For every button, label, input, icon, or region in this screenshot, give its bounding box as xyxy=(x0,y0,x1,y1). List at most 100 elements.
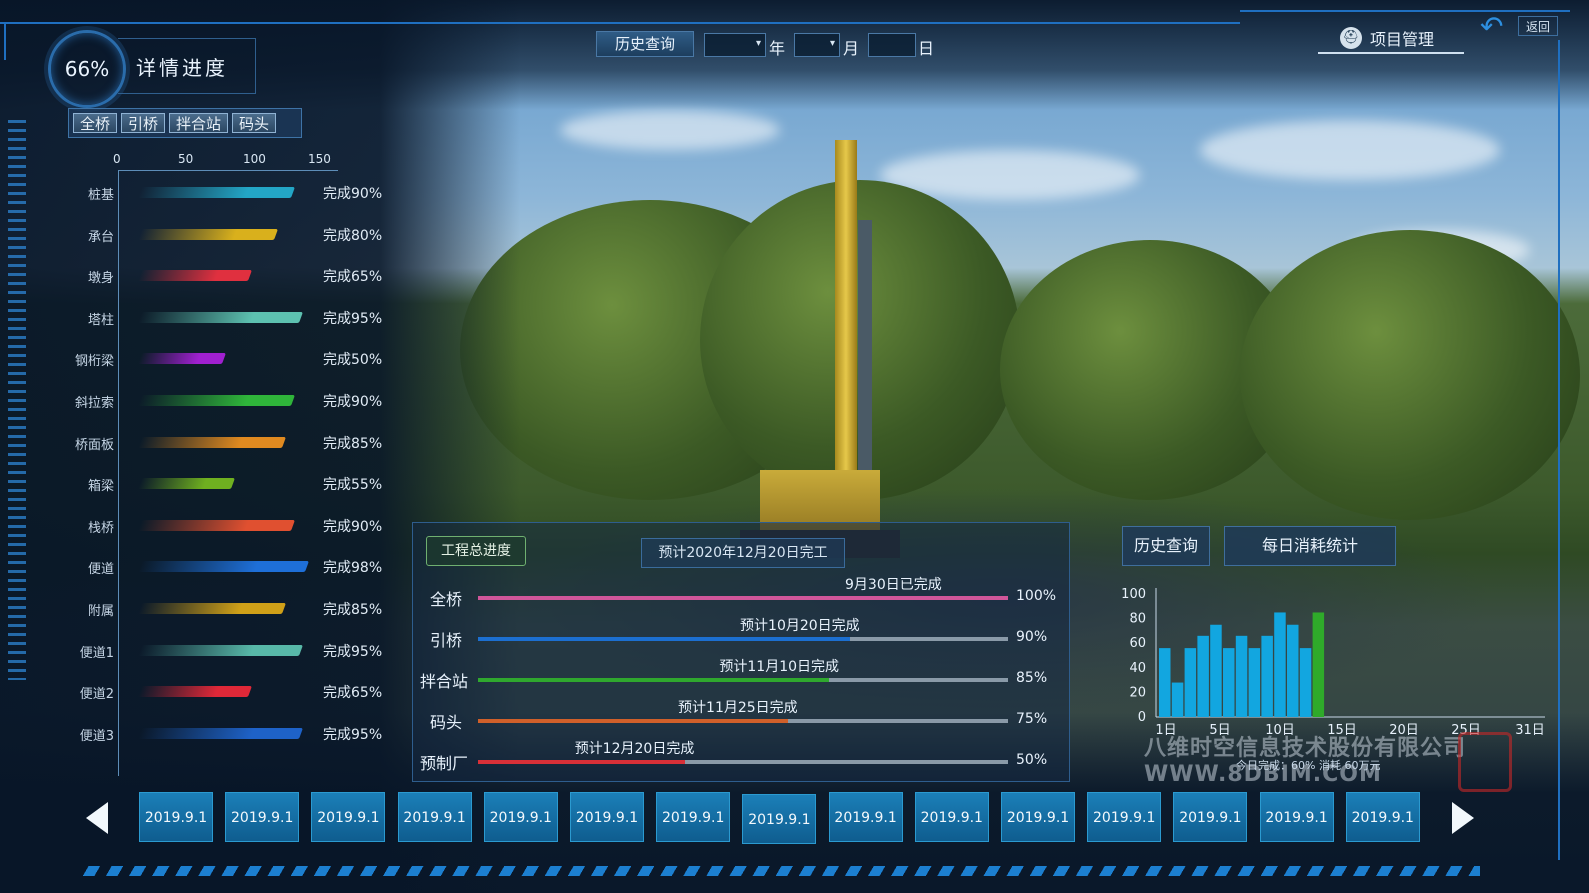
y-tick-label: 100 xyxy=(1121,587,1146,602)
bar-label: 斜拉索 xyxy=(74,396,114,411)
month-select[interactable]: ▾ xyxy=(794,33,840,57)
frame-left-tick xyxy=(4,24,6,60)
frame-top-line xyxy=(0,22,1240,24)
next-arrow-icon[interactable] xyxy=(1452,802,1474,834)
back-arrow-icon[interactable]: ↶ xyxy=(1480,10,1503,43)
progress-percent: 85% xyxy=(1016,670,1048,686)
daily-bar xyxy=(1299,648,1312,717)
progress-fill xyxy=(478,760,685,764)
progress-bar xyxy=(137,395,295,406)
bar-label: 桩基 xyxy=(87,188,114,203)
progress-fill xyxy=(478,678,830,682)
bar-label: 便道1 xyxy=(79,645,114,661)
completion-text: 完成50% xyxy=(323,352,383,369)
completion-text: 完成90% xyxy=(323,518,383,535)
completion-text: 完成85% xyxy=(323,435,383,452)
year-select[interactable]: ▾ xyxy=(704,33,766,57)
history-query-button[interactable]: 历史查询 xyxy=(596,31,694,57)
chevron-down-icon: ▾ xyxy=(755,38,761,49)
completion-text: 完成90% xyxy=(323,186,383,202)
progress-fill xyxy=(478,719,789,723)
progress-bar xyxy=(137,353,227,365)
left-axis-tick: 0 xyxy=(113,152,121,166)
bar-label: 便道2 xyxy=(79,687,114,703)
progress-percent: 90% xyxy=(1016,629,1048,645)
progress-bar xyxy=(137,478,235,490)
progress-percent: 100% xyxy=(1016,588,1057,604)
day-input[interactable] xyxy=(868,33,916,57)
progress-bar xyxy=(137,644,304,656)
date-card[interactable]: 2019.9.1 xyxy=(742,794,817,844)
progress-note: 预计10月20日完成 xyxy=(740,618,860,634)
today-summary: 今日完成：60% 消耗 60万元 xyxy=(1236,759,1381,772)
bar-label: 墩身 xyxy=(87,271,114,287)
project-management-label: 项目管理 xyxy=(1370,30,1435,49)
completion-text: 完成85% xyxy=(323,602,383,618)
progress-row-label: 全桥 xyxy=(430,590,463,609)
completion-text: 完成80% xyxy=(323,227,383,244)
day-label: 日 xyxy=(918,39,935,58)
date-card[interactable]: 2019.9.1 xyxy=(1001,792,1075,842)
date-card[interactable]: 2019.9.1 xyxy=(914,792,989,842)
left-ruler-decoration xyxy=(8,120,26,680)
progress-note: 预计11月25日完成 xyxy=(678,700,798,716)
date-card[interactable]: 2019.9.1 xyxy=(225,792,300,842)
daily-bar xyxy=(1210,624,1222,717)
daily-bar xyxy=(1312,612,1325,717)
completion-text: 完成90% xyxy=(323,394,383,410)
date-card[interactable]: 2019.9.1 xyxy=(828,792,903,842)
date-card[interactable]: 2019.9.1 xyxy=(1173,792,1248,842)
bar-label: 钢桁梁 xyxy=(74,354,114,370)
date-card[interactable]: 2019.9.1 xyxy=(311,792,386,842)
left-chart-x-axis xyxy=(118,170,338,171)
gauge-value: 66% xyxy=(64,57,110,81)
category-tabs: 全桥 引桥 拌合站 码头 xyxy=(68,108,302,138)
history-query-button-right[interactable]: 历史查询 xyxy=(1122,526,1210,566)
progress-row-label: 拌合站 xyxy=(420,672,469,691)
progress-panel-title: 工程总进度 xyxy=(426,536,526,566)
progress-note: 预计11月10日完成 xyxy=(719,659,840,675)
bar-label: 箱梁 xyxy=(87,479,114,495)
y-tick-label: 60 xyxy=(1129,636,1146,651)
progress-percent: 75% xyxy=(1016,711,1048,727)
bar-label: 桥面板 xyxy=(74,437,114,453)
daily-bar xyxy=(1159,648,1171,717)
tab-1[interactable]: 引桥 xyxy=(121,113,166,133)
daily-bar xyxy=(1248,648,1261,717)
daily-bar xyxy=(1287,624,1299,717)
completion-text: 完成65% xyxy=(323,685,383,702)
progress-bar xyxy=(137,270,252,282)
completion-estimate: 预计2020年12月20日完工 xyxy=(641,538,845,568)
daily-bar xyxy=(1235,635,1248,717)
month-label: 月 xyxy=(843,39,860,58)
helmet-icon: ⛑ xyxy=(1340,27,1362,49)
left-axis-tick: 100 xyxy=(243,152,266,166)
tab-0[interactable]: 全桥 xyxy=(73,113,118,133)
y-tick-label: 40 xyxy=(1129,661,1146,676)
progress-bar xyxy=(137,311,304,323)
date-card[interactable]: 2019.9.1 xyxy=(397,792,472,842)
tab-3[interactable]: 码头 xyxy=(232,113,277,133)
completion-text: 完成95% xyxy=(323,310,383,327)
date-card[interactable]: 2019.9.1 xyxy=(483,792,558,842)
completion-text: 完成98% xyxy=(323,560,383,577)
date-card[interactable]: 2019.9.1 xyxy=(656,792,731,842)
bar-label: 便道 xyxy=(87,562,114,578)
date-card[interactable]: 2019.9.1 xyxy=(139,792,213,842)
date-card[interactable]: 2019.9.1 xyxy=(1259,792,1334,842)
progress-bar xyxy=(137,686,252,698)
date-card[interactable]: 2019.9.1 xyxy=(1345,792,1420,842)
prev-arrow-icon[interactable] xyxy=(86,802,108,834)
project-management-button[interactable]: ⛑ 项目管理 xyxy=(1318,24,1464,54)
back-button[interactable]: 返回 xyxy=(1518,16,1558,36)
progress-note: 9月30日已完成 xyxy=(845,577,942,593)
date-card[interactable]: 2019.9.1 xyxy=(1087,792,1162,842)
completion-text: 完成65% xyxy=(323,269,383,286)
completion-text: 完成55% xyxy=(323,477,383,494)
date-card[interactable]: 2019.9.1 xyxy=(570,792,644,842)
daily-consumption-button[interactable]: 每日消耗统计 xyxy=(1224,526,1396,566)
progress-bar xyxy=(137,228,278,240)
tab-2[interactable]: 拌合站 xyxy=(169,113,229,133)
bar-label: 塔柱 xyxy=(87,312,114,328)
company-logo xyxy=(1458,732,1512,792)
